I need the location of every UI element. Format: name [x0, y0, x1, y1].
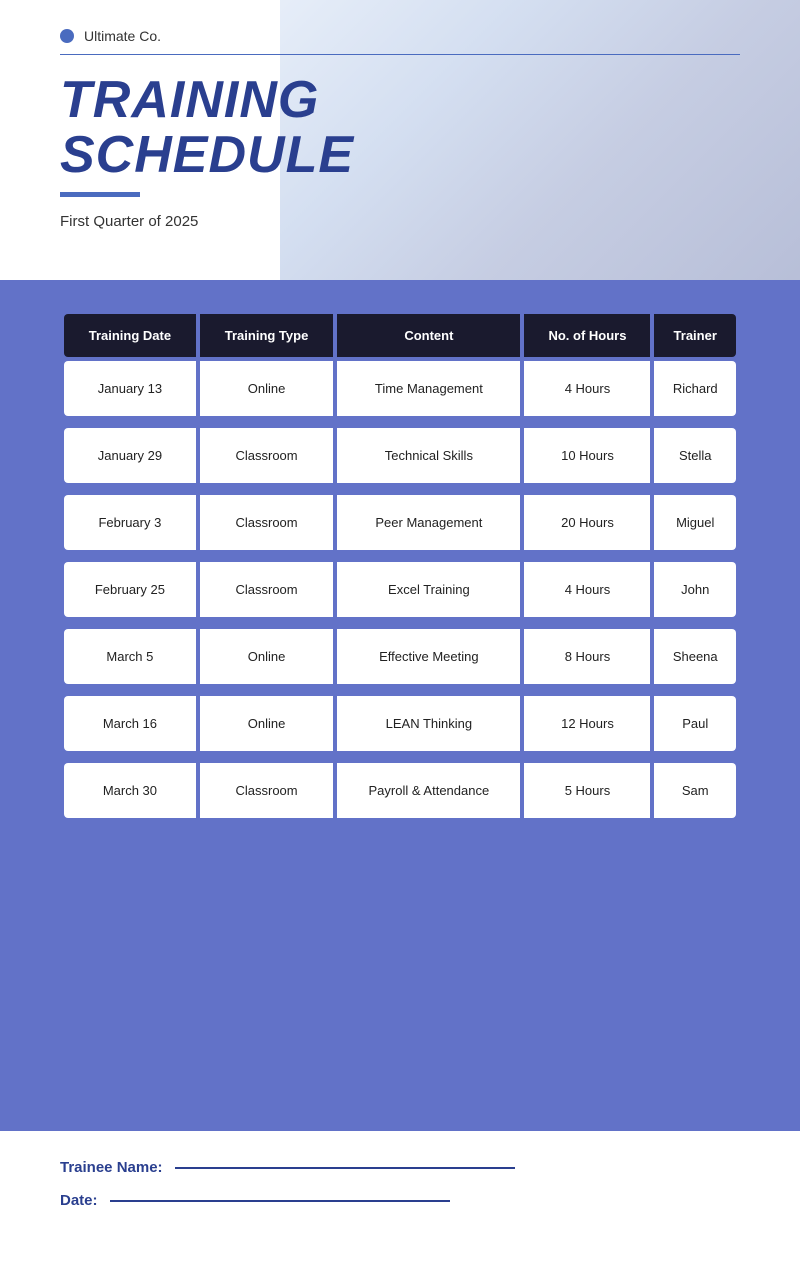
- table-row: March 5OnlineEffective Meeting8 HoursShe…: [64, 629, 736, 684]
- cell-content: Peer Management: [337, 495, 520, 550]
- cell-trainer: Sam: [654, 763, 736, 818]
- cell-date: February 25: [64, 562, 196, 617]
- cell-date: February 3: [64, 495, 196, 550]
- table-row: February 25ClassroomExcel Training4 Hour…: [64, 562, 736, 617]
- header-content: Ultimate Co. TRAINING SCHEDULE First Qua…: [0, 0, 800, 230]
- table-row: January 29ClassroomTechnical Skills10 Ho…: [64, 428, 736, 483]
- table-row: March 16OnlineLEAN Thinking12 HoursPaul: [64, 696, 736, 751]
- table-row: February 3ClassroomPeer Management20 Hou…: [64, 495, 736, 550]
- cell-type: Online: [200, 629, 333, 684]
- table-spacer-row: [64, 688, 736, 692]
- cell-trainer: Richard: [654, 361, 736, 416]
- header-section: Ultimate Co. TRAINING SCHEDULE First Qua…: [0, 0, 800, 280]
- cell-date: March 16: [64, 696, 196, 751]
- cell-date: January 29: [64, 428, 196, 483]
- cell-hours: 8 Hours: [524, 629, 650, 684]
- table-spacer-row: [64, 554, 736, 558]
- cell-content: Excel Training: [337, 562, 520, 617]
- cell-content: Effective Meeting: [337, 629, 520, 684]
- cell-trainer: Paul: [654, 696, 736, 751]
- company-row: Ultimate Co.: [60, 28, 740, 44]
- schedule-table: Training Date Training Type Content No. …: [60, 310, 740, 822]
- cell-trainer: Sheena: [654, 629, 736, 684]
- cell-content: LEAN Thinking: [337, 696, 520, 751]
- company-name: Ultimate Co.: [84, 28, 161, 44]
- cell-trainer: John: [654, 562, 736, 617]
- trainee-field: Trainee Name:: [60, 1159, 740, 1176]
- cell-type: Classroom: [200, 562, 333, 617]
- cell-content: Payroll & Attendance: [337, 763, 520, 818]
- cell-content: Time Management: [337, 361, 520, 416]
- cell-hours: 20 Hours: [524, 495, 650, 550]
- cell-type: Classroom: [200, 428, 333, 483]
- table-row: March 30ClassroomPayroll & Attendance5 H…: [64, 763, 736, 818]
- footer-section: Trainee Name: Date:: [0, 1131, 800, 1265]
- trainee-label: Trainee Name:: [60, 1159, 163, 1176]
- main-section: Training Date Training Type Content No. …: [0, 280, 800, 1131]
- title-line1: TRAINING: [60, 71, 319, 129]
- date-field: Date:: [60, 1192, 740, 1209]
- cell-type: Online: [200, 696, 333, 751]
- date-label: Date:: [60, 1192, 98, 1209]
- cell-hours: 4 Hours: [524, 361, 650, 416]
- page-title: TRAINING SCHEDULE: [60, 73, 740, 182]
- trainee-line: [175, 1167, 515, 1169]
- cell-date: March 30: [64, 763, 196, 818]
- header-divider: [60, 54, 740, 55]
- title-underline: [60, 192, 140, 197]
- cell-hours: 10 Hours: [524, 428, 650, 483]
- cell-date: January 13: [64, 361, 196, 416]
- date-line: [110, 1200, 450, 1202]
- cell-hours: 5 Hours: [524, 763, 650, 818]
- table-row: January 13OnlineTime Management4 HoursRi…: [64, 361, 736, 416]
- cell-hours: 12 Hours: [524, 696, 650, 751]
- cell-type: Classroom: [200, 495, 333, 550]
- table-header-row: Training Date Training Type Content No. …: [64, 314, 736, 357]
- col-header-hours: No. of Hours: [524, 314, 650, 357]
- company-dot-icon: [60, 29, 74, 43]
- table-spacer-row: [64, 420, 736, 424]
- table-spacer-row: [64, 621, 736, 625]
- cell-content: Technical Skills: [337, 428, 520, 483]
- cell-type: Online: [200, 361, 333, 416]
- table-spacer-row: [64, 755, 736, 759]
- col-header-type: Training Type: [200, 314, 333, 357]
- cell-type: Classroom: [200, 763, 333, 818]
- title-line2: SCHEDULE: [60, 126, 354, 184]
- subtitle: First Quarter of 2025: [60, 213, 740, 230]
- col-header-trainer: Trainer: [654, 314, 736, 357]
- cell-trainer: Miguel: [654, 495, 736, 550]
- table-spacer-row: [64, 487, 736, 491]
- col-header-content: Content: [337, 314, 520, 357]
- cell-date: March 5: [64, 629, 196, 684]
- col-header-date: Training Date: [64, 314, 196, 357]
- cell-hours: 4 Hours: [524, 562, 650, 617]
- cell-trainer: Stella: [654, 428, 736, 483]
